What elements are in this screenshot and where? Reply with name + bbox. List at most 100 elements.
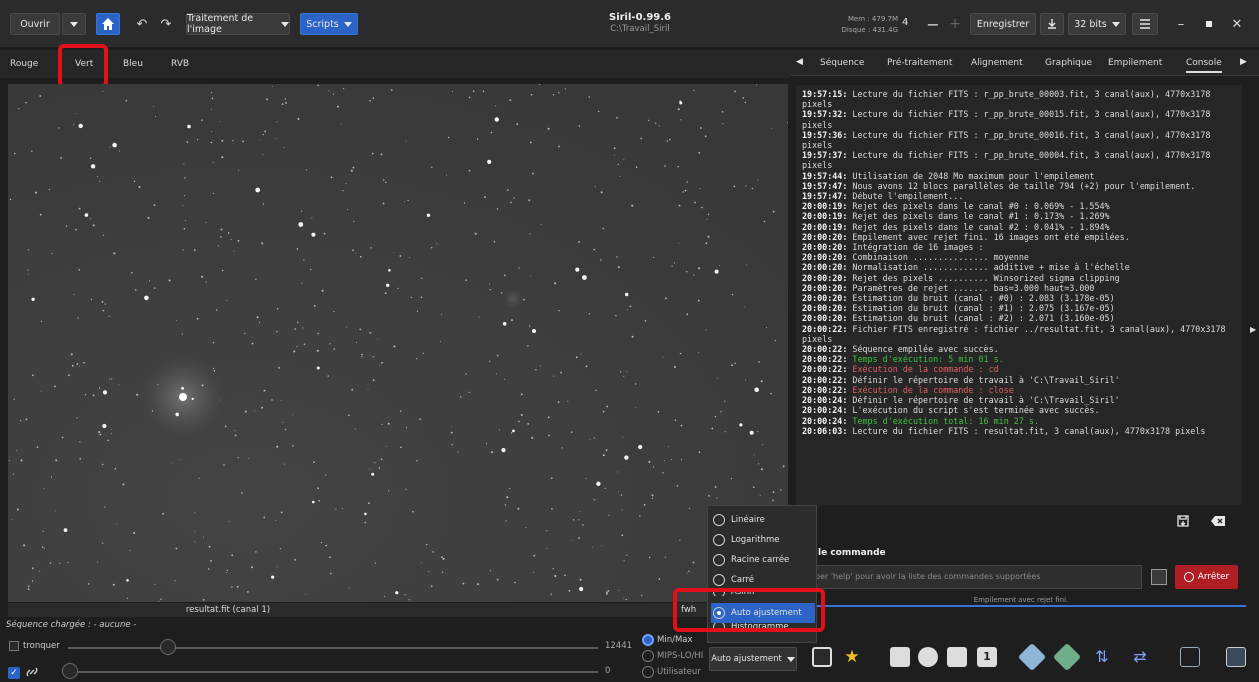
console-timestamp: 20:00:22: [802,384,848,395]
star [197,139,199,141]
low-slider-track[interactable] [68,671,598,673]
star [84,213,89,217]
clear-log-icon[interactable] [1210,515,1226,527]
undo-button[interactable]: ↶ [131,13,153,35]
tab-sequence[interactable]: Séquence [820,58,864,68]
low-value[interactable]: 0 [605,666,610,676]
star [620,494,623,496]
star [393,345,396,348]
tabs-scroll-right-icon[interactable]: ▶ [1240,57,1247,67]
display-mode-option[interactable]: Logarithme [711,530,815,550]
star [688,570,690,572]
star [102,423,107,429]
star [575,356,578,359]
tab-registration[interactable]: Alignement [971,58,1023,68]
star [342,190,344,192]
script-help-icon[interactable] [1151,569,1167,585]
tab-stacking[interactable]: Empilement [1108,58,1162,68]
star [623,560,625,562]
photometry-icon[interactable] [890,647,910,667]
high-slider-track[interactable] [68,647,598,649]
scripts-menu[interactable]: Scripts [300,13,358,35]
console-line: 20:00:22: Exécution de la commande : cd [802,364,1236,374]
star [381,423,383,425]
bit-depth-select[interactable]: 32 bits [1068,13,1126,35]
star [634,383,637,385]
high-value[interactable]: 12441 [605,641,632,651]
star [296,248,299,250]
star [251,342,254,345]
close-button[interactable]: ✕ [1226,13,1248,35]
display-mode-select[interactable]: Auto ajustement [709,647,797,671]
display-mode-option[interactable]: Carré [711,570,815,590]
console-message: Lecture du fichier FITS : r_pp_brute_000… [802,150,1216,171]
radio-user[interactable] [642,666,654,678]
radio-mips[interactable] [642,650,654,662]
zoom-one-icon[interactable]: 1 [977,647,997,667]
main-menu-button[interactable] [1132,13,1158,35]
panel-collapse-icon[interactable]: ▶ [1250,325,1256,334]
tab-preprocessing[interactable]: Pré-traitement [887,58,952,68]
stop-button[interactable]: Arrêter [1175,565,1238,589]
rotate-left-icon[interactable] [1017,642,1047,672]
threads-value[interactable]: 4 [902,17,908,28]
star-detection-icon[interactable]: ★ [842,647,862,667]
high-slider-handle[interactable] [160,639,176,655]
star [213,369,216,372]
maximize-button[interactable] [1198,13,1220,35]
mirror-y-icon[interactable]: ⇄ [1130,647,1150,667]
link-checkbox[interactable]: ✓ [8,667,20,679]
star [205,281,207,283]
image-canvas[interactable] [8,84,788,602]
star [220,399,222,401]
display-mode-option[interactable]: Racine carrée [711,550,815,570]
star [400,446,402,449]
star [102,309,105,312]
star [412,510,414,513]
threads-increase-button[interactable]: + [944,13,966,35]
star [451,444,453,446]
redo-button[interactable]: ↷ [155,13,177,35]
star [673,262,676,264]
star [422,352,424,354]
star-field-image [8,84,788,602]
radio-minmax[interactable] [642,634,654,646]
threads-decrease-button[interactable]: − [922,13,944,35]
display-mode-option[interactable]: Linéaire [711,510,815,530]
star [27,269,29,271]
color-saturation-icon[interactable] [918,647,938,667]
tab-blue[interactable]: Bleu [123,59,143,69]
star [416,358,418,360]
histogram-icon[interactable] [1180,647,1200,667]
screenshot-icon[interactable] [1226,647,1246,667]
negative-view-icon[interactable] [812,647,832,667]
star [770,392,772,395]
minimize-button[interactable]: – [1170,13,1192,35]
star [279,548,281,550]
tab-rgb[interactable]: RVB [171,59,189,69]
tab-console[interactable]: Console [1186,58,1222,73]
download-button[interactable] [1040,13,1064,35]
plus-icon: + [949,16,961,32]
grid-view-icon[interactable] [947,647,967,667]
save-button[interactable]: Enregistrer [970,13,1036,35]
star [639,515,641,517]
save-log-icon[interactable] [1176,514,1190,528]
home-button[interactable] [96,13,120,35]
mirror-x-icon[interactable]: ⇅ [1092,647,1112,667]
tab-red[interactable]: Rouge [10,59,38,69]
open-dropdown-button[interactable] [62,13,86,35]
star [571,540,573,541]
tab-plot[interactable]: Graphique [1045,58,1092,68]
star [585,365,588,368]
command-input[interactable]: per 'help' pour avoir la liste des comma… [806,565,1142,589]
tabs-scroll-left-icon[interactable]: ◀ [796,57,803,67]
truncate-checkbox[interactable] [9,641,19,651]
image-processing-menu[interactable]: Traitement de l'image [186,13,290,35]
star [40,390,42,392]
star [662,472,664,474]
star [692,561,695,564]
open-button[interactable]: Ouvrir [10,13,60,35]
low-slider-handle[interactable] [62,663,78,679]
rotate-right-icon[interactable] [1052,642,1082,672]
